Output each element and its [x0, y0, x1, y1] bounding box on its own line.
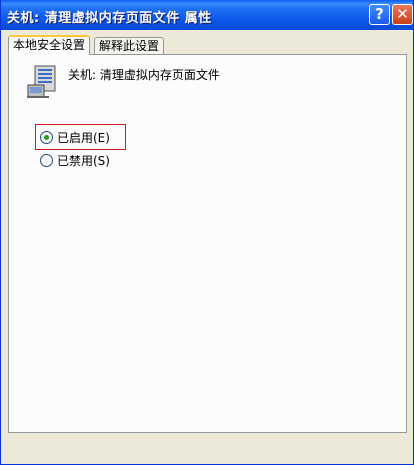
- title-bar[interactable]: 关机: 清理虚拟内存页面文件 属性 ? ✕: [1, 0, 413, 30]
- button-area: [1, 434, 413, 464]
- policy-name: 关机: 清理虚拟内存页面文件: [68, 68, 220, 82]
- radio-button-checked[interactable]: [40, 130, 53, 144]
- policy-computer-icon: [27, 65, 56, 98]
- close-button[interactable]: ✕: [392, 4, 413, 25]
- window-title: 关机: 清理虚拟内存页面文件 属性: [7, 11, 212, 26]
- tab-local-security-setting[interactable]: 本地安全设置: [8, 35, 91, 55]
- radio-enabled-label[interactable]: 已启用(E): [57, 129, 110, 146]
- radio-button-unchecked[interactable]: [40, 153, 53, 167]
- tab-explain-setting[interactable]: 解释此设置: [94, 37, 165, 55]
- radio-dot: [44, 134, 49, 140]
- tab-panel: 关机: 清理虚拟内存页面文件 已启用(E) 已禁用(S): [8, 54, 407, 433]
- radio-enabled[interactable]: 已启用(E): [40, 129, 110, 145]
- radio-disabled-label[interactable]: 已禁用(S): [57, 152, 110, 169]
- radio-disabled[interactable]: 已禁用(S): [40, 152, 110, 168]
- help-button[interactable]: ?: [369, 4, 390, 25]
- properties-dialog: 关机: 清理虚拟内存页面文件 属性 ? ✕ 本地安全设置 解释此设置 关机: 清…: [0, 0, 414, 465]
